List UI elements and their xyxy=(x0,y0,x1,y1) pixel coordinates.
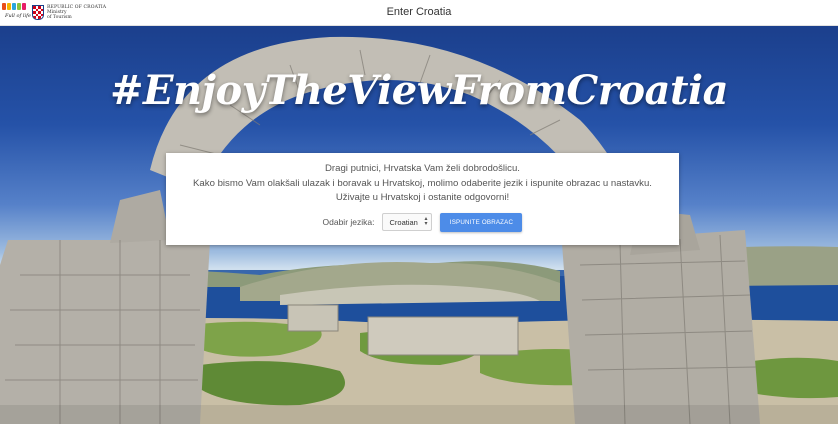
language-form-row: Odabir jezika: Croatian ▴ ▾ ISPUNITE OBRA… xyxy=(166,212,679,232)
welcome-message: Dragi putnici, Hrvatska Vam želi dobrodo… xyxy=(166,162,679,206)
top-bar: Full of life REPUBLIC OF CROATIA Ministr… xyxy=(0,0,838,26)
welcome-panel: Dragi putnici, Hrvatska Vam želi dobrodo… xyxy=(166,153,679,245)
fill-form-button[interactable]: ISPUNITE OBRAZAC xyxy=(440,212,523,232)
welcome-line-3: Uživajte u Hrvatskoj i ostanite odgovorn… xyxy=(335,192,510,203)
welcome-line-2: Kako bismo Vam olakšali ulazak i boravak… xyxy=(193,177,652,189)
welcome-line-1: Dragi putnici, Hrvatska Vam želi dobrodo… xyxy=(325,163,520,174)
language-select-value: Croatian xyxy=(389,217,418,227)
language-select[interactable]: Croatian ▴ ▾ xyxy=(382,213,433,231)
chevron-updown-icon: ▴ ▾ xyxy=(424,216,428,227)
hero-headline: #EnjoyTheViewFromCroatia xyxy=(109,67,729,114)
language-label: Odabir jezika: xyxy=(322,217,375,227)
page-title: Enter Croatia xyxy=(386,6,452,18)
